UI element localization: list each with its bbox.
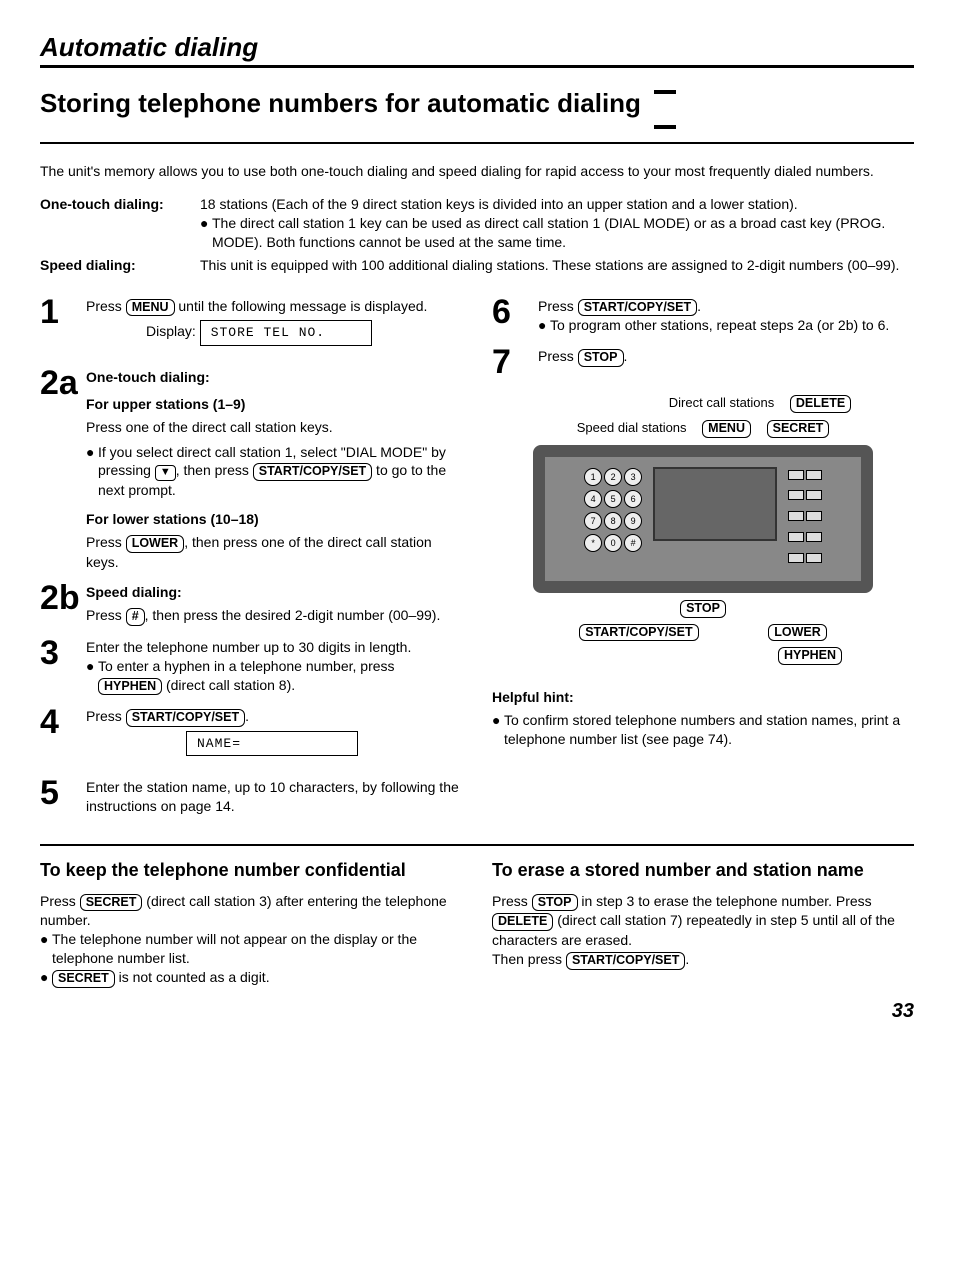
section-heading: Automatic dialing <box>40 30 914 68</box>
page-number: 33 <box>40 998 914 1025</box>
step-2b: 2b Speed dialing: Press #, then press th… <box>40 581 462 626</box>
page-title-text: Storing telephone numbers for automatic … <box>40 88 641 118</box>
delete-key: DELETE <box>790 395 851 413</box>
step-number: 2a <box>40 366 86 571</box>
def-label: One-touch dialing: <box>40 195 200 252</box>
step-5: 5 Enter the station name, up to 10 chara… <box>40 776 462 816</box>
def-body: 18 stations (Each of the 9 direct statio… <box>200 195 914 252</box>
def-body: This unit is equipped with 100 additiona… <box>200 256 914 275</box>
station-keys-icon <box>787 467 823 571</box>
stop-key: STOP <box>578 349 624 367</box>
hyphen-key: HYPHEN <box>98 678 162 696</box>
panel-screen-icon <box>653 467 777 541</box>
start-key: START/COPY/SET <box>253 463 372 481</box>
step-number: 4 <box>40 705 86 766</box>
secret-key: SECRET <box>52 970 115 988</box>
intro-paragraph: The unit's memory allows you to use both… <box>40 162 914 181</box>
lower-key: LOWER <box>126 535 185 553</box>
step-4: 4 Press START/COPY/SET. NAME= <box>40 705 462 766</box>
confidential-section: To keep the telephone number confidentia… <box>40 860 462 988</box>
secret-key: SECRET <box>767 420 830 438</box>
lower-key: LOWER <box>768 624 827 642</box>
left-column: 1 Press MENU until the following message… <box>40 295 462 827</box>
definition-onetouch: One-touch dialing: 18 stations (Each of … <box>40 195 914 252</box>
step-2a: 2a One-touch dialing: For upper stations… <box>40 366 462 571</box>
stop-key: STOP <box>680 600 726 618</box>
numeric-keypad-icon: 123 456 789 *0# <box>583 467 643 555</box>
step-number: 1 <box>40 295 86 356</box>
step-number: 3 <box>40 636 86 695</box>
delete-key: DELETE <box>492 913 553 931</box>
hash-key: # <box>126 608 145 626</box>
lcd-display: STORE TEL NO. <box>200 320 372 346</box>
step-number: 6 <box>492 295 538 336</box>
lcd-display: NAME= <box>186 731 358 757</box>
step-6: 6 Press START/COPY/SET. ●To program othe… <box>492 295 914 336</box>
def-label: Speed dialing: <box>40 256 200 275</box>
erase-section: To erase a stored number and station nam… <box>492 860 914 988</box>
menu-key: MENU <box>702 420 751 438</box>
step-number: 5 <box>40 776 86 816</box>
start-key: START/COPY/SET <box>578 299 697 317</box>
secret-key: SECRET <box>80 894 143 912</box>
fax-panel-illustration: 123 456 789 *0# <box>533 445 873 593</box>
hyphen-key: HYPHEN <box>778 647 842 665</box>
stop-key: STOP <box>532 894 578 912</box>
page-title: Storing telephone numbers for automatic … <box>40 70 914 144</box>
step-number: 2b <box>40 581 86 626</box>
start-key: START/COPY/SET <box>579 624 698 642</box>
step-3: 3 Enter the telephone number up to 30 di… <box>40 636 462 695</box>
title-rule-icon <box>654 70 676 140</box>
down-arrow-key: ▼ <box>155 465 176 480</box>
step-number: 7 <box>492 345 538 379</box>
menu-key: MENU <box>126 299 175 317</box>
right-column: 6 Press START/COPY/SET. ●To program othe… <box>492 295 914 827</box>
start-key: START/COPY/SET <box>126 709 245 727</box>
step-1: 1 Press MENU until the following message… <box>40 295 462 356</box>
definition-speed: Speed dialing: This unit is equipped wit… <box>40 256 914 275</box>
control-panel-diagram: Direct call stations DELETE Speed dial s… <box>492 391 914 668</box>
step-7: 7 Press STOP. <box>492 345 914 379</box>
start-key: START/COPY/SET <box>566 952 685 970</box>
helpful-hint: Helpful hint: ●To confirm stored telepho… <box>492 688 914 749</box>
